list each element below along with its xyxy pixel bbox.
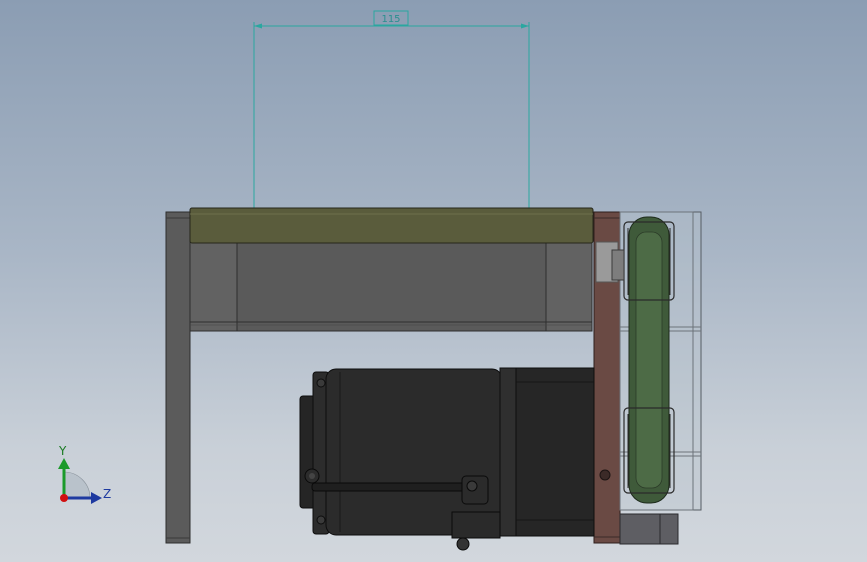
upper-housing[interactable]	[189, 239, 593, 332]
axis-y-label: Y	[58, 444, 67, 458]
left-support-plate[interactable]	[165, 211, 191, 544]
assembly-drawing: 115 Y Z	[58, 10, 702, 551]
axis-y-arrow-icon	[58, 458, 70, 469]
gear-motor[interactable]	[299, 367, 595, 551]
top-plate[interactable]	[189, 207, 594, 244]
cad-viewport[interactable]: 115 Y Z	[0, 0, 867, 562]
axis-origin-icon	[60, 494, 68, 502]
dimension-115[interactable]: 115	[253, 10, 530, 208]
coordinate-triad: Y Z	[58, 444, 111, 504]
dimension-arrow-right	[521, 23, 529, 29]
axis-z-arrow-icon	[91, 492, 102, 504]
triad-plane-icon	[63, 471, 91, 499]
drive-belt[interactable]	[628, 216, 670, 504]
dimension-arrow-left	[254, 23, 262, 29]
dimension-value: 115	[381, 14, 400, 25]
motor-shaft-end[interactable]	[619, 513, 679, 545]
axis-z-label: Z	[103, 487, 111, 501]
